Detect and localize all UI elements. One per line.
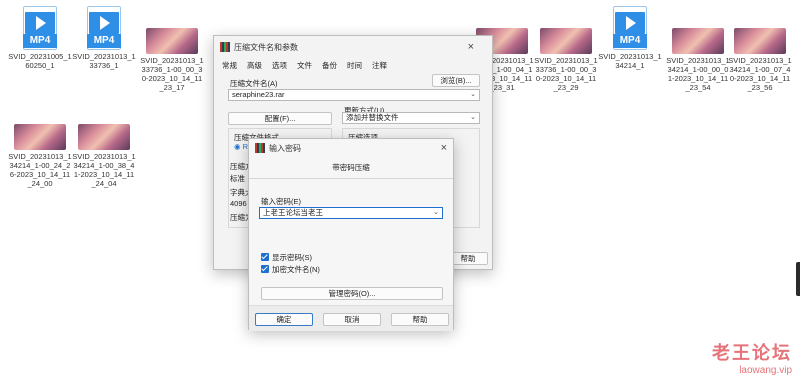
file-name: SVID_20231013_134214_1-00_00_01-2023_10_… (666, 56, 730, 92)
image-thumbnail (146, 28, 198, 54)
winrar-icon (255, 143, 265, 153)
mp4-file-icon: MP4 (613, 6, 647, 50)
file-name: SVID_20231013_134214_1 (598, 52, 662, 70)
profiles-button[interactable]: 配置(F)... (228, 112, 332, 125)
mp4-badge: MP4 (613, 34, 647, 48)
site-watermark: 老王论坛 laowang.vip (712, 339, 792, 376)
password-dialog: 输入密码 × 带密码压缩 输入密码(E) 上老王论坛当老王 ⌄ 显示密码(S) … (248, 138, 454, 331)
password-label: 输入密码(E) (261, 197, 301, 206)
desktop-file[interactable]: SVID_20231013_133736_1-00_00_30-2023_10_… (140, 6, 204, 92)
method-value[interactable]: 标准 (230, 173, 245, 184)
close-icon[interactable]: × (468, 41, 474, 53)
archive-dialog-titlebar[interactable]: 压缩文件名和参数 × (214, 36, 492, 58)
desktop-file[interactable]: SVID_20231013_134214_1-00_24_26-2023_10_… (8, 102, 72, 188)
show-password-label[interactable]: 显示密码(S) (272, 252, 312, 263)
divider (249, 178, 453, 179)
image-thumbnail (14, 124, 66, 150)
dict-value[interactable]: 4096 (230, 199, 247, 208)
cancel-button[interactable]: 取消 (323, 313, 381, 326)
show-password-checkbox[interactable] (261, 253, 269, 261)
desktop-file[interactable]: MP4 SVID_20231013_134214_1 (598, 6, 662, 70)
desktop-file[interactable]: MP4 SVID_20231005_160250_1 (8, 6, 72, 70)
encrypt-names-checkbox[interactable] (261, 265, 269, 273)
file-name: SVID_20231005_160250_1 (8, 52, 72, 70)
format-radio-rar[interactable]: ◉ R (234, 142, 248, 151)
archive-name-input[interactable]: seraphine23.rar ⌄ (228, 89, 480, 101)
update-mode-select[interactable]: 添加并替换文件 ⌄ (342, 112, 480, 124)
winrar-icon (220, 42, 230, 52)
mp4-file-icon: MP4 (23, 6, 57, 50)
tab-advanced[interactable]: 高级 (247, 60, 262, 71)
password-value: 上老王论坛当老王 (263, 208, 323, 217)
browse-button[interactable]: 浏览(B)... (432, 74, 480, 87)
ok-button[interactable]: 确定 (255, 313, 313, 326)
desktop-file[interactable]: SVID_20231013_134214_1-00_00_01-2023_10_… (666, 6, 730, 92)
mp4-badge: MP4 (87, 34, 121, 48)
close-icon[interactable]: × (441, 142, 447, 154)
help-button[interactable]: 帮助 (391, 313, 449, 326)
password-dialog-titlebar[interactable]: 输入密码 × (249, 139, 453, 157)
chevron-down-icon[interactable]: ⌄ (470, 90, 476, 100)
manage-passwords-button[interactable]: 管理密码(O)... (261, 287, 443, 300)
file-name: SVID_20231013_134214_1-00_07_40-2023_10_… (728, 56, 792, 92)
image-thumbnail (734, 28, 786, 54)
tab-options[interactable]: 选项 (272, 60, 287, 71)
chevron-down-icon[interactable]: ⌄ (470, 113, 476, 123)
update-mode-value: 添加并替换文件 (346, 113, 399, 122)
mp4-file-icon: MP4 (87, 6, 121, 50)
file-name: SVID_20231013_133736_1-00_00_30-2023_10_… (534, 56, 598, 92)
archive-name-label: 压缩文件名(A) (230, 79, 278, 88)
tab-time[interactable]: 时间 (347, 60, 362, 71)
tab-backup[interactable]: 备份 (322, 60, 337, 71)
image-thumbnail (540, 28, 592, 54)
encrypt-names-label[interactable]: 加密文件名(N) (272, 264, 320, 275)
desktop-file[interactable]: SVID_20231013_133736_1-00_00_30-2023_10_… (534, 6, 598, 92)
archive-help-button[interactable]: 帮助 (448, 252, 488, 265)
file-name: SVID_20231013_133736_1 (72, 52, 136, 70)
archive-name-value: seraphine23.rar (232, 90, 285, 99)
file-name: SVID_20231013_134214_1-00_38_41-2023_10_… (72, 152, 136, 188)
watermark-url: laowang.vip (739, 365, 792, 376)
password-heading: 带密码压缩 (332, 163, 370, 172)
mp4-badge: MP4 (23, 34, 57, 48)
tab-files[interactable]: 文件 (297, 60, 312, 71)
password-dialog-title: 输入密码 (269, 143, 301, 153)
image-thumbnail (672, 28, 724, 54)
side-scroll-handle[interactable] (796, 262, 800, 296)
tab-general[interactable]: 常规 (222, 60, 237, 71)
chevron-down-icon[interactable]: ⌄ (433, 208, 439, 218)
file-name: SVID_20231013_133736_1-00_00_30-2023_10_… (140, 56, 204, 92)
password-input[interactable]: 上老王论坛当老王 ⌄ (259, 207, 443, 219)
desktop-file[interactable]: SVID_20231013_134214_1-00_38_41-2023_10_… (72, 102, 136, 188)
desktop-file[interactable]: MP4 SVID_20231013_133736_1 (72, 6, 136, 70)
file-name: SVID_20231013_134214_1-00_24_26-2023_10_… (8, 152, 72, 188)
archive-dialog-title: 压缩文件名和参数 (234, 42, 298, 52)
watermark-title: 老王论坛 (712, 343, 792, 364)
desktop-file[interactable]: SVID_20231013_134214_1-00_07_40-2023_10_… (728, 6, 792, 92)
tab-comment[interactable]: 注释 (372, 60, 387, 71)
archive-tabs: 常规 高级 选项 文件 备份 时间 注释 (214, 58, 492, 73)
image-thumbnail (78, 124, 130, 150)
